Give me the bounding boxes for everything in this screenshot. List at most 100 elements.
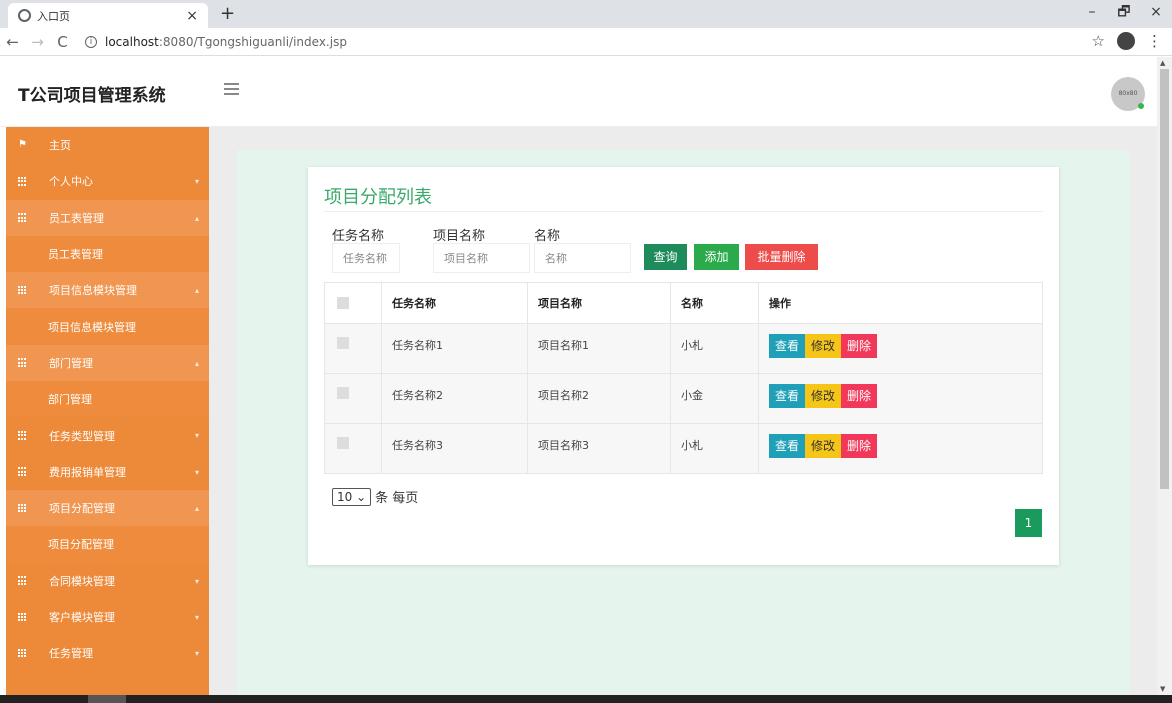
sidebar-item-label: 主页 <box>49 139 71 153</box>
sidebar-item-employee[interactable]: 员工表管理 ▴ <box>6 199 209 236</box>
assignment-table: 任务名称 项目名称 名称 操作 任务名称1 项目名称1 小札 查看 修改 删除 任务… <box>324 282 1043 474</box>
grid-icon <box>18 285 28 295</box>
browser-tab[interactable]: 入口页 × <box>8 3 208 28</box>
name-input[interactable] <box>534 243 631 273</box>
tab-close-icon[interactable]: × <box>186 8 198 24</box>
edit-button[interactable]: 修改 <box>805 384 842 408</box>
project-name-input[interactable] <box>433 243 530 273</box>
row-select-cell <box>324 423 382 474</box>
sidebar-item-customer[interactable]: 客户模块管理 ▾ <box>6 599 209 635</box>
name-label: 名称 <box>534 229 561 244</box>
task-name-field: 任务名称 <box>332 225 400 273</box>
browser-tabbar: 入口页 × + – 🗗 × <box>0 0 1172 28</box>
sidebar-item-personal-center[interactable]: 个人中心 ▾ <box>6 163 209 199</box>
menu-toggle-icon[interactable] <box>224 83 239 98</box>
browser-menu-icon[interactable]: ⋮ <box>1147 32 1162 50</box>
chevron-down-icon: ▾ <box>194 431 199 441</box>
delete-button[interactable]: 删除 <box>841 384 878 408</box>
chevron-down-icon: ▾ <box>194 612 199 622</box>
edit-button[interactable]: 修改 <box>805 434 842 458</box>
scroll-thumb[interactable] <box>1160 69 1169 489</box>
edit-button[interactable]: 修改 <box>805 334 842 358</box>
url-path: :8080/Tgongshiguanli/index.jsp <box>158 34 347 49</box>
task-name-label: 任务名称 <box>332 229 385 244</box>
project-name-field: 项目名称 <box>433 225 530 273</box>
sidebar-item-contract[interactable]: 合同模块管理 ▾ <box>6 563 209 599</box>
sidebar-item-task-type[interactable]: 任务类型管理 ▾ <box>6 417 209 453</box>
grid-icon <box>18 358 28 368</box>
info-icon[interactable]: i <box>85 35 97 48</box>
task-name-input[interactable] <box>332 243 400 273</box>
actions-cell: 查看 修改 删除 <box>758 373 1043 424</box>
page-size-select[interactable]: 10 ⌄ <box>332 487 372 506</box>
app-title: T公司项目管理系统 <box>18 86 166 106</box>
page-size-suffix: 条 每页 <box>375 491 419 506</box>
url-field[interactable]: i localhost:8080/Tgongshiguanli/index.js… <box>85 35 347 49</box>
select-all-cell <box>324 282 382 324</box>
grid-icon <box>18 576 28 585</box>
sidebar-subitem-employee[interactable]: 员工表管理 <box>6 235 209 273</box>
close-window-button[interactable]: × <box>1140 0 1172 28</box>
delete-button[interactable]: 删除 <box>841 334 878 358</box>
new-tab-button[interactable]: + <box>220 3 235 24</box>
sidebar-subitem-project-info[interactable]: 项目信息模块管理 <box>6 308 209 345</box>
list-card: 项目分配列表 任务名称 项目名称 名称 查询 添加 批量删除 任务名称 项目名称… <box>308 167 1059 565</box>
sidebar-item-department[interactable]: 部门管理 ▴ <box>6 344 209 382</box>
profile-icon[interactable] <box>1117 32 1135 50</box>
sidebar-subitem-department[interactable]: 部门管理 <box>6 381 209 418</box>
sidebar-subitem-label: 项目分配管理 <box>48 538 114 552</box>
sidebar-item-project-info[interactable]: 项目信息模块管理 ▴ <box>6 272 209 309</box>
title-divider <box>324 211 1043 212</box>
row-checkbox[interactable] <box>337 387 349 399</box>
sidebar-item-project-assign[interactable]: 项目分配管理 ▴ <box>6 489 209 527</box>
online-status-dot <box>1138 103 1144 109</box>
add-button[interactable]: 添加 <box>694 244 739 270</box>
sidebar-item-expense[interactable]: 费用报销单管理 ▾ <box>6 454 209 490</box>
reload-button[interactable]: C <box>50 33 75 51</box>
avatar-text: 80x80 <box>1118 90 1138 97</box>
chevron-up-icon: ▴ <box>194 358 199 368</box>
bookmark-star-icon[interactable]: ☆ <box>1092 32 1105 50</box>
sidebar-subitem-label: 员工表管理 <box>48 248 103 262</box>
actions-cell: 查看 修改 删除 <box>758 323 1043 374</box>
sidebar-item-label: 项目信息模块管理 <box>49 284 137 298</box>
task-cell: 任务名称2 <box>381 373 528 424</box>
chevron-up-icon: ▴ <box>194 286 199 296</box>
maximize-button[interactable]: 🗗 <box>1108 0 1140 28</box>
url-host: localhost <box>105 34 159 49</box>
tab-title: 入口页 <box>37 9 70 23</box>
view-button[interactable]: 查看 <box>769 384 806 408</box>
sidebar-item-task[interactable]: 任务管理 ▾ <box>6 635 209 671</box>
grid-icon <box>18 176 28 186</box>
view-button[interactable]: 查看 <box>769 334 806 358</box>
sidebar-subitem-label: 部门管理 <box>48 393 92 407</box>
view-button[interactable]: 查看 <box>769 434 806 458</box>
sidebar-subitem-project-assign[interactable]: 项目分配管理 <box>6 526 209 563</box>
chevron-up-icon: ▴ <box>194 213 199 223</box>
scroll-down-icon[interactable]: ▼ <box>1160 685 1165 693</box>
delete-button[interactable]: 删除 <box>841 434 878 458</box>
forward-button[interactable]: → <box>25 33 50 51</box>
query-button[interactable]: 查询 <box>644 244 687 270</box>
minimize-button[interactable]: – <box>1076 0 1108 28</box>
taskbar-item[interactable] <box>88 695 126 703</box>
chevron-down-icon: ▾ <box>194 467 199 477</box>
vertical-scrollbar[interactable]: ▲ ▼ <box>1157 57 1172 695</box>
select-all-checkbox[interactable] <box>337 297 349 309</box>
batch-delete-button[interactable]: 批量删除 <box>745 244 818 270</box>
row-checkbox[interactable] <box>337 337 349 349</box>
name-cell: 小札 <box>670 323 759 374</box>
column-header: 任务名称 <box>381 282 528 324</box>
chevron-down-icon: ▾ <box>194 576 199 586</box>
avatar[interactable]: 80x80 <box>1111 77 1145 111</box>
back-button[interactable]: ← <box>0 33 25 51</box>
project-cell: 项目名称1 <box>527 323 671 374</box>
sidebar-item-home[interactable]: ⚑ 主页 <box>6 127 209 163</box>
column-header: 名称 <box>670 282 759 324</box>
table-row: 任务名称2 项目名称2 小金 查看 修改 删除 <box>324 373 1043 424</box>
row-checkbox[interactable] <box>337 437 349 449</box>
sidebar-item-label: 费用报销单管理 <box>49 465 126 479</box>
scroll-up-icon[interactable]: ▲ <box>1160 59 1165 67</box>
grid-icon <box>18 213 28 222</box>
page-number-button[interactable]: 1 <box>1015 509 1042 537</box>
